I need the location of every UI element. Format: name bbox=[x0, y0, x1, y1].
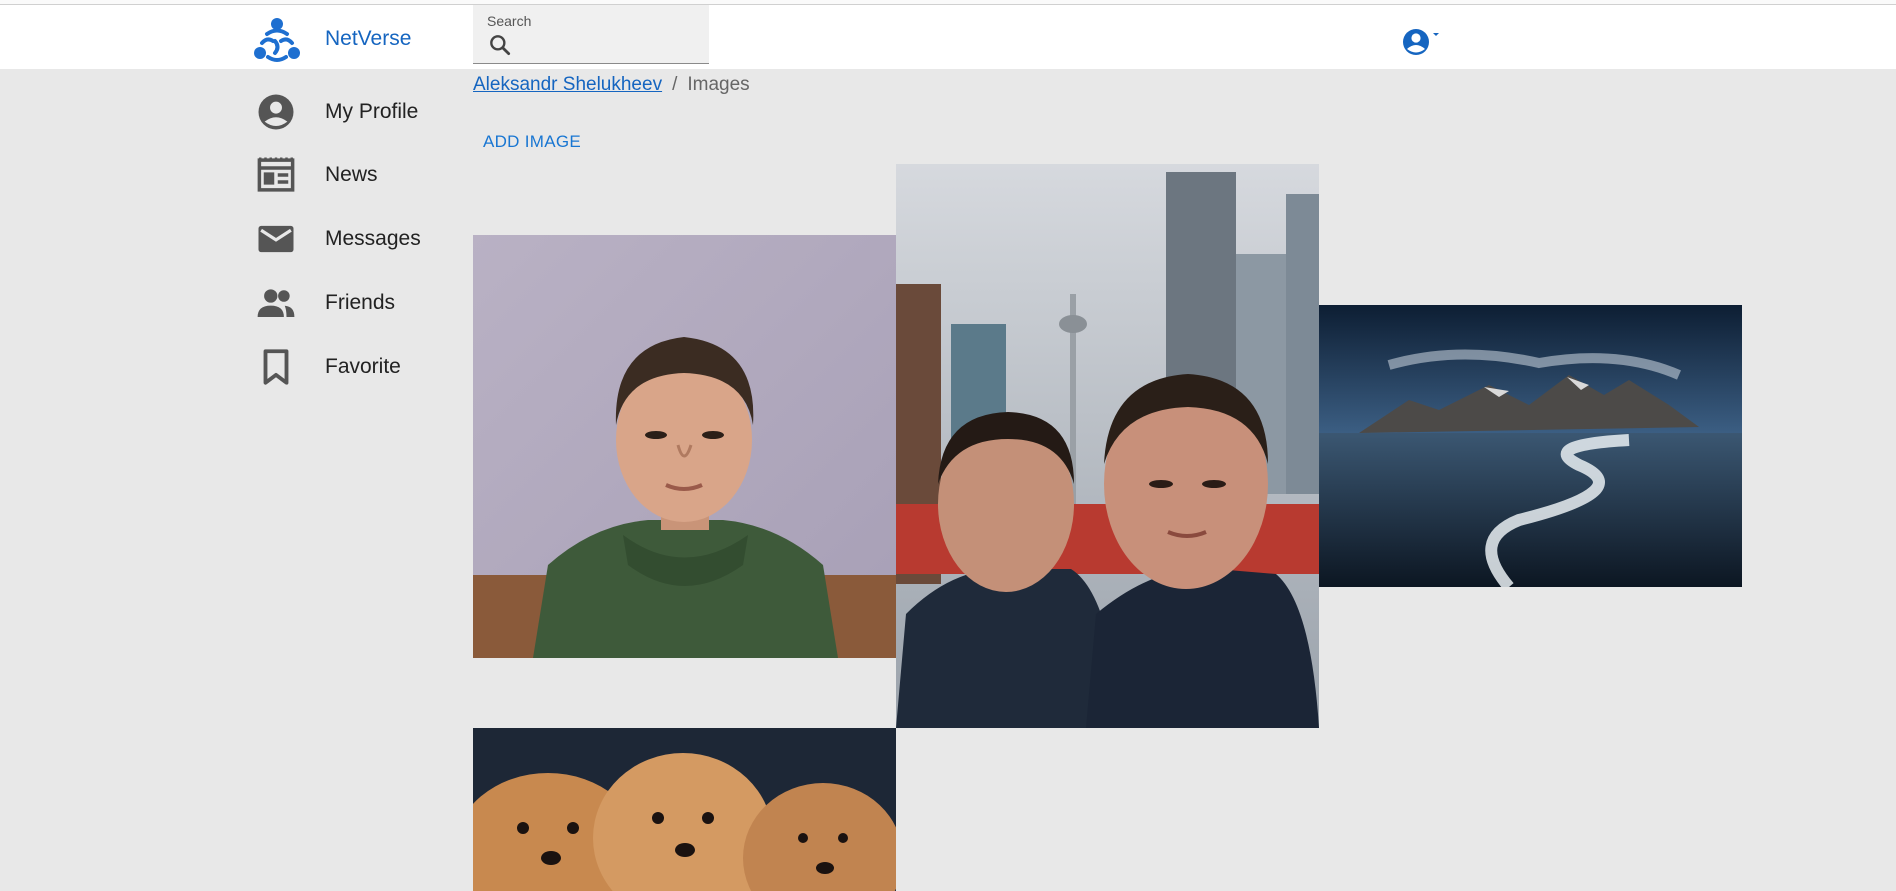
puppies-photo bbox=[473, 728, 896, 891]
gallery-image-puppies[interactable] bbox=[473, 728, 896, 891]
search-label: Search bbox=[487, 13, 532, 29]
search-icon bbox=[490, 35, 511, 56]
bookmark-icon bbox=[263, 349, 289, 385]
sidebar-item-news[interactable]: News bbox=[250, 149, 470, 201]
sidebar-item-label: Friends bbox=[325, 291, 396, 314]
brand-name[interactable]: NetVerse bbox=[325, 27, 411, 51]
sidebar-item-label: Favorite bbox=[325, 355, 401, 378]
account-menu-button[interactable] bbox=[1400, 25, 1444, 59]
breadcrumb-current: Images bbox=[687, 74, 750, 95]
gallery-image-mountain-lake[interactable] bbox=[1319, 305, 1742, 587]
sidebar-item-label: News bbox=[325, 163, 378, 186]
city-selfie-photo bbox=[896, 164, 1319, 728]
sidebar-item-my-profile[interactable]: My Profile bbox=[250, 86, 470, 138]
sidebar-item-messages[interactable]: Messages bbox=[250, 213, 470, 265]
portrait-photo bbox=[473, 235, 896, 658]
gallery-image-city-selfie[interactable] bbox=[896, 164, 1319, 728]
sidebar-item-favorite[interactable]: Favorite bbox=[250, 341, 470, 393]
add-image-button[interactable]: ADD IMAGE bbox=[473, 124, 591, 160]
account-circle-icon bbox=[258, 94, 294, 130]
newspaper-icon bbox=[257, 157, 295, 192]
sidebar-item-friends[interactable]: Friends bbox=[250, 277, 470, 329]
top-app-bar: NetVerse Search bbox=[0, 5, 1896, 69]
search-box[interactable]: Search bbox=[473, 5, 709, 64]
people-icon bbox=[257, 289, 295, 317]
breadcrumb-user-link[interactable]: Aleksandr Shelukheev bbox=[473, 74, 662, 95]
sidebar-item-label: Messages bbox=[325, 227, 421, 250]
gallery-image-portrait[interactable] bbox=[473, 235, 896, 658]
dropdown-caret-icon bbox=[1433, 33, 1439, 36]
breadcrumb-separator: / bbox=[672, 74, 678, 95]
mail-icon bbox=[258, 225, 294, 253]
search-input[interactable] bbox=[521, 33, 705, 59]
breadcrumb: Aleksandr Shelukheev / Images bbox=[473, 74, 750, 96]
mountain-lake-photo bbox=[1319, 305, 1742, 587]
sidebar-item-label: My Profile bbox=[325, 100, 419, 123]
netverse-logo-icon[interactable] bbox=[253, 17, 301, 63]
account-circle-icon bbox=[1403, 29, 1439, 55]
